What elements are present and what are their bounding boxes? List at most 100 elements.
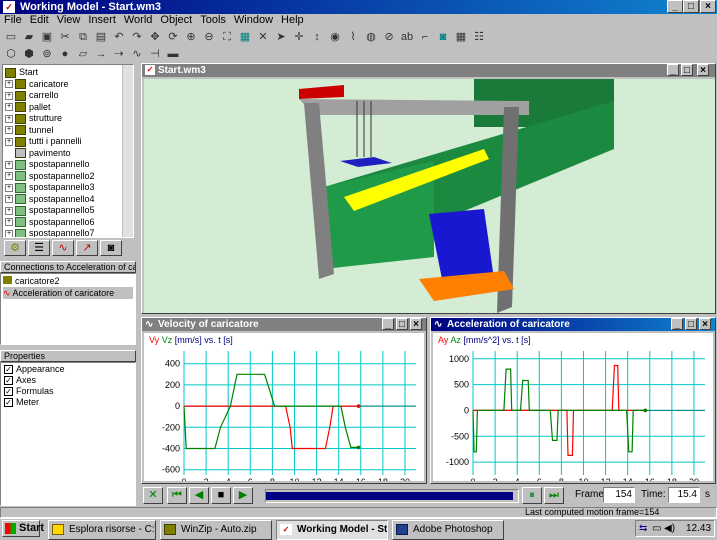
tree-item[interactable]: + spostapannello7 — [5, 228, 133, 237]
expand-icon[interactable]: + — [5, 126, 13, 135]
grid-icon[interactable]: ▦ — [236, 28, 254, 46]
close-button[interactable]: × — [700, 0, 716, 13]
progress-track[interactable] — [265, 489, 519, 503]
tree-item[interactable]: + carrello — [5, 90, 133, 102]
monitor-icon[interactable]: ▭ — [652, 521, 661, 536]
zoom-icon[interactable]: ⊕ — [182, 28, 200, 46]
expand-icon[interactable]: + — [5, 195, 13, 204]
maximize-button[interactable]: □ — [683, 0, 699, 13]
task-winzip[interactable]: WinZip - Auto.zip — [160, 520, 272, 540]
accel-close-button[interactable]: × — [699, 318, 711, 330]
pointer-icon[interactable]: ➤ — [272, 28, 290, 46]
tab-graph[interactable]: ∿ — [52, 240, 74, 256]
tab-camera[interactable]: ◙ — [100, 240, 122, 256]
connection-item[interactable]: ∿ Acceleration of caricatore — [3, 287, 133, 299]
menu-help[interactable]: Help — [277, 13, 308, 28]
minus-icon[interactable]: ▬ — [164, 45, 182, 63]
expand-icon[interactable]: + — [5, 172, 13, 181]
motor-icon[interactable]: ⊘ — [380, 28, 398, 46]
tree-item[interactable]: + tutti i pannelli — [5, 136, 133, 148]
start-button[interactable]: Start — [2, 520, 44, 537]
film-icon[interactable]: ▦ — [452, 28, 470, 46]
network-icon[interactable]: ⇆ — [639, 521, 647, 536]
menu-edit[interactable]: Edit — [26, 13, 53, 28]
task-photoshop[interactable]: Adobe Photoshop — [392, 520, 504, 540]
pause-button[interactable]: ⏸ — [522, 487, 542, 504]
menu-tools[interactable]: Tools — [196, 13, 230, 28]
tree-item[interactable]: + strutture — [5, 113, 133, 125]
volume-icon[interactable]: ◀) — [664, 521, 675, 536]
step-forward-button[interactable]: ⏭ — [544, 487, 564, 504]
scene-maximize-button[interactable]: □ — [681, 64, 693, 76]
curve-icon[interactable]: ∿ — [128, 45, 146, 63]
cube-icon[interactable]: ⬢ — [20, 45, 38, 63]
accel-minimize-button[interactable]: _ — [671, 318, 683, 330]
property-meter[interactable]: ✓ Meter — [4, 397, 132, 408]
link-icon[interactable]: ⇢ — [110, 45, 128, 63]
expand-icon[interactable]: + — [5, 183, 13, 192]
tree-item[interactable]: + spostapannello2 — [5, 171, 133, 183]
tree-item[interactable]: + spostapannello4 — [5, 194, 133, 206]
property-axes[interactable]: ✓ Axes — [4, 375, 132, 386]
plane-icon[interactable]: ▱ — [74, 45, 92, 63]
body-icon[interactable]: ◍ — [362, 28, 380, 46]
paste-icon[interactable]: ▤ — [92, 28, 110, 46]
scene-viewport[interactable] — [144, 79, 715, 313]
expand-icon[interactable]: + — [5, 229, 13, 237]
tab-objects[interactable]: ⚙ — [4, 240, 26, 256]
tree-item[interactable]: + pallet — [5, 102, 133, 114]
step-back-button[interactable]: ◀ — [189, 487, 209, 504]
vertical-icon[interactable]: ↕ — [308, 28, 326, 46]
cylinder-icon[interactable]: ⊚ — [38, 45, 56, 63]
menu-file[interactable]: File — [0, 13, 26, 28]
save-icon[interactable]: ▣ — [38, 28, 56, 46]
expand-icon[interactable]: + — [5, 103, 13, 112]
tree-item[interactable]: pavimento — [5, 148, 133, 160]
redo-icon[interactable]: ↷ — [128, 28, 146, 46]
settings-icon[interactable]: ☷ — [470, 28, 488, 46]
arrow-right-icon[interactable]: → — [92, 45, 110, 63]
zoom-out-icon[interactable]: ⊖ — [200, 28, 218, 46]
frame-field[interactable]: 154 — [603, 487, 635, 503]
translate-icon[interactable]: ✛ — [290, 28, 308, 46]
scene-minimize-button[interactable]: _ — [667, 64, 679, 76]
menu-insert[interactable]: Insert — [84, 13, 120, 28]
minimize-button[interactable]: _ — [667, 0, 683, 13]
property-formulas[interactable]: ✓ Formulas — [4, 386, 132, 397]
checkbox-checked-icon[interactable]: ✓ — [4, 398, 13, 408]
velocity-minimize-button[interactable]: _ — [382, 318, 394, 330]
text-icon[interactable]: ab — [398, 28, 416, 46]
meter-icon[interactable]: ⌐ — [416, 28, 434, 46]
copy-icon[interactable]: ⧉ — [74, 28, 92, 46]
expand-icon[interactable]: + — [5, 114, 13, 123]
play-button[interactable]: ▶ — [233, 487, 253, 504]
tree-item[interactable]: + spostapannello — [5, 159, 133, 171]
tree-item[interactable]: + tunnel — [5, 125, 133, 137]
accel-maximize-button[interactable]: □ — [685, 318, 697, 330]
menu-view[interactable]: View — [53, 13, 85, 28]
velocity-maximize-button[interactable]: □ — [396, 318, 408, 330]
tree-item[interactable]: + spostapannello3 — [5, 182, 133, 194]
tree-item[interactable]: + caricatore — [5, 79, 133, 91]
new-file-icon[interactable]: ▭ — [2, 28, 20, 46]
velocity-close-button[interactable]: × — [410, 318, 422, 330]
undo-icon[interactable]: ↶ — [110, 28, 128, 46]
menu-world[interactable]: World — [120, 13, 157, 28]
expand-icon[interactable]: + — [5, 218, 13, 227]
spring-icon[interactable]: ⌇ — [344, 28, 362, 46]
task-working-model[interactable]: ✓Working Model - Star... — [276, 520, 388, 540]
move-icon[interactable]: ✥ — [146, 28, 164, 46]
fit-icon[interactable]: ⛶ — [218, 28, 236, 46]
expand-icon[interactable]: + — [5, 91, 13, 100]
time-field[interactable]: 15.4 — [668, 487, 700, 503]
task-explorer[interactable]: Esplora risorse - C:\Docum... — [48, 520, 156, 540]
property-appearance[interactable]: ✓ Appearance — [4, 364, 132, 375]
tab-list[interactable]: ☰ — [28, 240, 50, 256]
rewind-button[interactable]: ⏮ — [167, 487, 187, 504]
box-icon[interactable]: ⬡ — [2, 45, 20, 63]
connection-item[interactable]: caricatore2 — [3, 275, 133, 287]
tree-item-root[interactable]: Start — [5, 67, 133, 79]
open-folder-icon[interactable]: ▰ — [20, 28, 38, 46]
tree-item[interactable]: + spostapannello5 — [5, 205, 133, 217]
checkbox-checked-icon[interactable]: ✓ — [4, 365, 13, 375]
